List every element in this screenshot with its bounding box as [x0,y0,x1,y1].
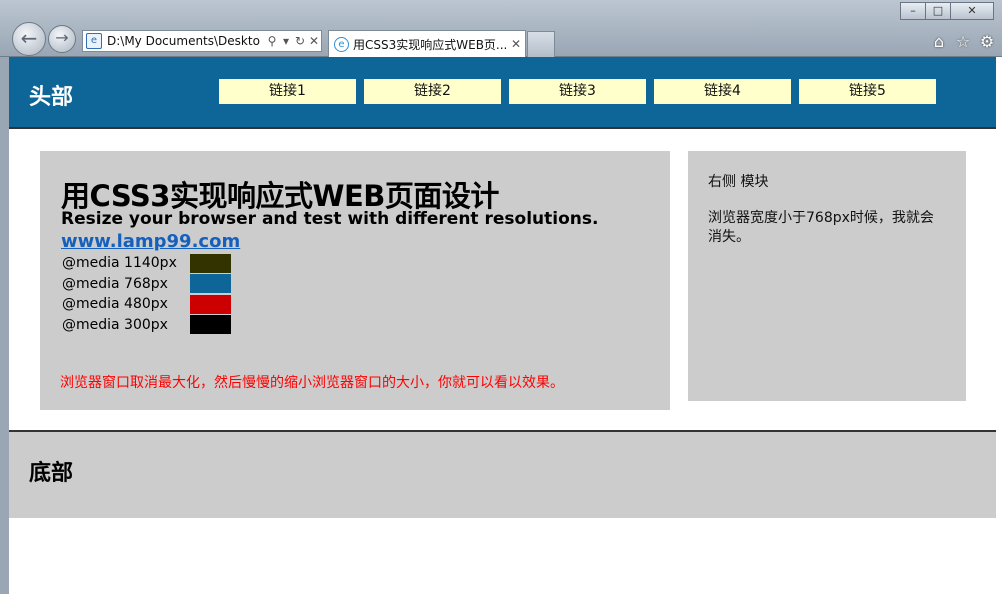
right-sidebar: 右侧 模块 浏览器宽度小于768px时候，我就会消失。 [688,151,966,401]
media-row: @media 300px [62,315,231,336]
header-title: 头部 [29,85,74,110]
search-icon[interactable]: ⚲ [265,34,279,48]
stop-icon[interactable]: ✕ [307,34,321,48]
color-swatch [190,274,231,294]
color-swatch [190,294,231,314]
forward-button[interactable]: → [48,25,76,53]
media-label: @media 768px [62,275,168,292]
media-label: @media 300px [62,316,168,333]
media-label: @media 1140px [62,255,177,272]
minimize-icon[interactable]: – [900,2,926,20]
media-row: @media 1140px [62,253,231,274]
page-icon: e [86,33,102,49]
media-label: @media 480px [62,296,168,313]
dropdown-icon[interactable]: ▾ [279,34,293,48]
back-button[interactable]: ← [12,22,46,56]
sidebar-title: 右侧 模块 [708,174,769,190]
page-subtitle: Resize your browser and test with differ… [61,209,599,229]
ie-icon: e [334,36,349,52]
nav-link-4[interactable]: 链接4 [654,79,791,104]
tab-close-icon[interactable]: ✕ [511,37,525,51]
media-row: @media 480px [62,294,231,315]
address-text[interactable]: D:\My Documents\Deskto [107,34,265,48]
browser-chrome: – □ ✕ ← → e D:\My Documents\Deskto ⚲ ▾ ↻… [0,0,1002,57]
nav-menu: 链接1 链接2 链接3 链接4 链接5 [219,79,944,104]
tab-title: 用CSS3实现响应式WEB页... [353,37,508,52]
nav-link-1[interactable]: 链接1 [219,79,356,104]
window-controls: – □ ✕ [900,2,994,20]
media-row: @media 768px [62,274,231,295]
footer-title: 底部 [29,461,74,486]
color-swatch [190,253,231,273]
toolbar-icons: ⌂ ☆ ⚙ [930,32,996,51]
new-tab-button[interactable] [527,31,555,57]
site-footer: 底部 [9,430,996,518]
address-bar[interactable]: e D:\My Documents\Deskto ⚲ ▾ ↻ ✕ [82,30,322,52]
restore-icon[interactable]: □ [925,2,951,20]
nav-link-3[interactable]: 链接3 [509,79,646,104]
main-content: 用CSS3实现响应式WEB页面设计 Resize your browser an… [40,151,670,410]
browser-tab[interactable]: e 用CSS3实现响应式WEB页... ✕ [328,30,526,57]
nav-link-2[interactable]: 链接2 [364,79,501,104]
home-icon[interactable]: ⌂ [930,32,948,51]
site-header: 头部 链接1 链接2 链接3 链接4 链接5 [9,57,996,129]
nav-link-5[interactable]: 链接5 [799,79,936,104]
star-icon[interactable]: ☆ [954,32,972,51]
sidebar-text: 浏览器宽度小于768px时候，我就会消失。 [708,210,934,245]
color-swatch [190,315,231,335]
close-icon[interactable]: ✕ [950,2,994,20]
refresh-icon[interactable]: ↻ [293,34,307,48]
site-link[interactable]: www.lamp99.com [61,231,240,252]
media-list: @media 1140px @media 768px @media 480px … [62,253,231,335]
gear-icon[interactable]: ⚙ [978,32,996,51]
instruction-note: 浏览器窗口取消最大化，然后慢慢的缩小浏览器窗口的大小，你就可以看以效果。 [60,375,564,391]
